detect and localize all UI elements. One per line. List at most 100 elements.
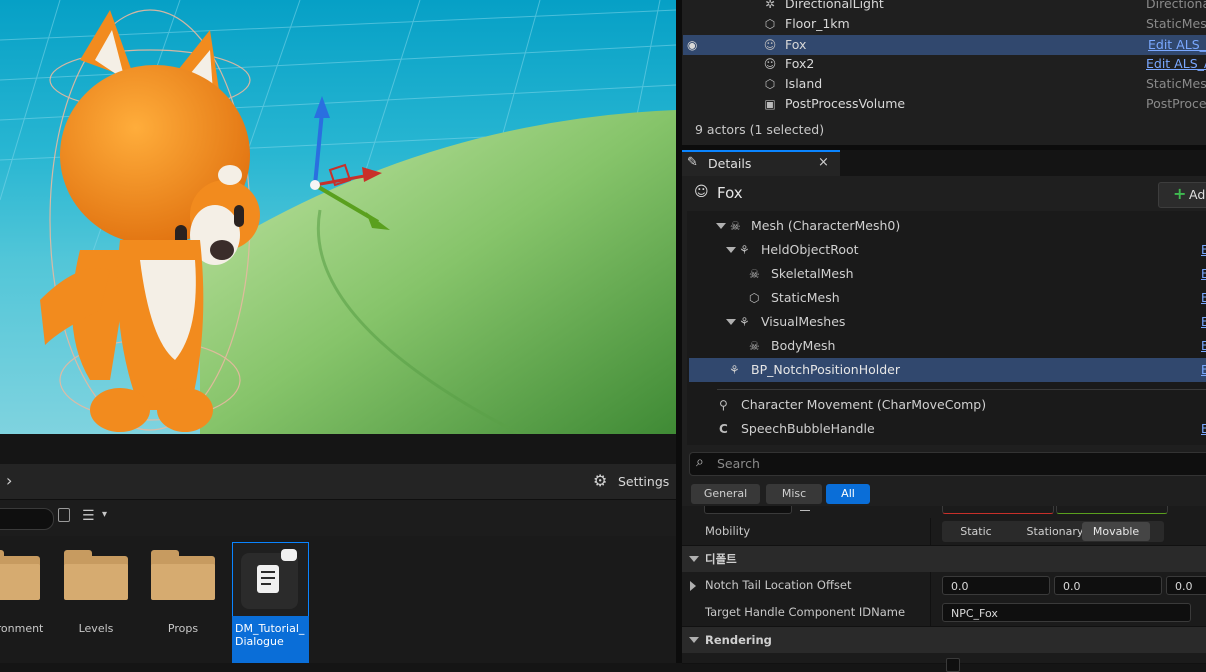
details-panel: ☺ Fox + Ad ☠ Mesh (CharacterMesh0) ⚘ Hel… (682, 176, 1206, 672)
component-row[interactable]: ☠ Mesh (CharacterMesh0) (682, 214, 1206, 238)
details-tab-bar: ✎ Details × (682, 150, 1206, 176)
component-row[interactable]: ☠ SkeletalMesh E (682, 262, 1206, 286)
collapse-arrow-icon (689, 637, 699, 643)
collapse-arrow-icon[interactable] (726, 319, 736, 325)
folder-item[interactable]: ronment (0, 542, 46, 662)
edit-link[interactable]: E (1201, 358, 1206, 382)
notch-tail-offset-row: Notch Tail Location Offset 0.0 0.0 0.0 (682, 572, 1206, 600)
post-process-icon: ▣ (764, 97, 776, 111)
notch-y-input[interactable]: 0.0 (1054, 576, 1162, 595)
visibility-eye-icon[interactable]: ◉ (687, 38, 697, 52)
folder-item[interactable]: Levels (58, 542, 134, 662)
edit-blueprint-link[interactable]: Edit ALS_A (1146, 54, 1206, 74)
folder-icon (0, 550, 40, 600)
component-row[interactable]: ⚘ HeldObjectRoot E (682, 238, 1206, 262)
filter-icon[interactable]: ☰ (82, 508, 95, 524)
edit-link[interactable]: E (1201, 334, 1206, 358)
save-search-icon[interactable] (58, 508, 70, 522)
tab-details[interactable]: ✎ Details × (682, 150, 840, 176)
collapse-arrow-icon[interactable] (726, 247, 736, 253)
outliner-row[interactable]: ⬡ Floor_1km StaticMesl (682, 14, 1206, 34)
category-default-header[interactable]: 디폴트 (682, 546, 1206, 572)
search-placeholder: Search (717, 456, 760, 471)
component-row[interactable]: C SpeechBubbleHandle E (682, 417, 1206, 441)
folder-icon (64, 550, 128, 600)
collapse-arrow-icon[interactable] (716, 223, 726, 229)
mobility-movable-option[interactable]: Movable (1082, 522, 1150, 541)
outliner-row-name: Fox (785, 37, 807, 52)
outliner-row-type: StaticMesl (1146, 76, 1206, 91)
viewport-divider (0, 434, 676, 464)
add-component-button[interactable]: + Ad (1158, 182, 1206, 208)
component-row[interactable]: ⬡ StaticMesh E (682, 286, 1206, 310)
edit-link[interactable]: E (1201, 417, 1206, 441)
outliner-row-name: Fox2 (785, 56, 815, 71)
mobility-label: Mobility (705, 524, 751, 538)
target-handle-input[interactable]: NPC_Fox (942, 603, 1191, 622)
folder-label: Props (167, 622, 199, 635)
gear-icon[interactable]: ⚙ (593, 472, 607, 490)
outliner-row-type: PostProce (1146, 96, 1206, 111)
filter-all-button[interactable]: All (826, 484, 870, 504)
category-rendering-header[interactable]: Rendering (682, 627, 1206, 653)
outliner-row[interactable]: ✲ DirectionalLight Directiona (682, 0, 1206, 14)
filter-general-button[interactable]: General (691, 484, 760, 504)
content-browser-toolbar: › ⚙ Settings (0, 464, 676, 500)
outliner-row[interactable]: ▣ PostProcessVolume PostProce (682, 94, 1206, 114)
close-icon[interactable]: × (818, 155, 829, 170)
component-label: StaticMesh (771, 290, 840, 305)
category-label: 디폴트 (705, 552, 737, 566)
edit-link[interactable]: E (1201, 262, 1206, 286)
outliner-row-type: Directiona (1146, 0, 1206, 11)
asset-label: DM_Tutorial_ Dialogue (232, 616, 309, 663)
component-label: BP_NotchPositionHolder (751, 362, 901, 377)
mobility-static-option[interactable]: Static (942, 521, 1010, 542)
chevron-right-icon[interactable]: › (6, 471, 12, 490)
scene-component-icon: ⚘ (739, 315, 750, 329)
component-label: SpeechBubbleHandle (741, 421, 875, 436)
edit-link[interactable]: E (1201, 286, 1206, 310)
component-label: BodyMesh (771, 338, 836, 353)
mobility-row: Mobility Static Stationary Movable (682, 518, 1206, 546)
add-button-label: Ad (1189, 187, 1206, 202)
filter-misc-button[interactable]: Misc (766, 484, 822, 504)
component-row-selected[interactable]: ⚘ BP_NotchPositionHolder E (689, 358, 1206, 382)
cpp-component-icon: C (719, 422, 728, 436)
asset-item-selected[interactable]: DM_Tutorial_ Dialogue (232, 542, 309, 663)
component-label: Mesh (CharacterMesh0) (751, 218, 901, 233)
notch-x-input[interactable]: 0.0 (942, 576, 1050, 595)
component-label: Character Movement (CharMoveComp) (741, 397, 987, 412)
actor-name: Fox (717, 184, 743, 202)
skeleton-icon: ☠ (730, 219, 741, 233)
static-mesh-icon: ⬡ (764, 77, 776, 91)
outliner-row-name: Floor_1km (785, 16, 850, 31)
skeleton-icon: ☠ (749, 267, 760, 281)
component-row[interactable]: ☠ BodyMesh E (682, 334, 1206, 358)
details-search-input[interactable]: ⌕ Search (689, 452, 1206, 476)
target-handle-row: Target Handle Component IDName NPC_Fox (682, 599, 1206, 627)
mobility-segmented-control: Static Stationary Movable (942, 521, 1164, 542)
component-row[interactable]: ⚘ VisualMeshes E (682, 310, 1206, 334)
viewport-scene (0, 0, 676, 434)
settings-button[interactable]: Settings (618, 474, 669, 489)
level-viewport[interactable] (0, 0, 676, 434)
outliner-row[interactable]: ☺ Fox2 Edit ALS_A (682, 54, 1206, 74)
notch-z-input[interactable]: 0.0 (1166, 576, 1206, 595)
chevron-down-icon[interactable]: ▾ (102, 509, 107, 520)
content-browser-filter-bar: ☰ ▾ (0, 500, 676, 536)
component-row[interactable]: ⚲ Character Movement (CharMoveComp) (682, 393, 1206, 417)
edit-link[interactable]: E (1201, 310, 1206, 334)
outliner-row-name: DirectionalLight (785, 0, 884, 11)
notch-tail-label: Notch Tail Location Offset (705, 578, 852, 592)
asset-search-input[interactable] (0, 508, 54, 530)
content-browser: › ⚙ Settings ☰ ▾ ronment Levels Props DM… (0, 464, 676, 663)
outliner-row[interactable]: ⬡ Island StaticMesl (682, 74, 1206, 94)
edit-blueprint-link[interactable]: Edit ALS_A (1148, 35, 1206, 55)
outliner-row-selected[interactable]: ◉ ☺ Fox Edit ALS_A (683, 35, 1206, 55)
edit-link[interactable]: E (1201, 238, 1206, 262)
static-mesh-icon: ⬡ (749, 291, 760, 305)
folder-item[interactable]: Props (145, 542, 221, 662)
plus-icon: + (1173, 184, 1187, 203)
actor-count-label: 9 actors (1 selected) (695, 122, 825, 137)
expand-arrow-icon[interactable] (690, 581, 696, 591)
